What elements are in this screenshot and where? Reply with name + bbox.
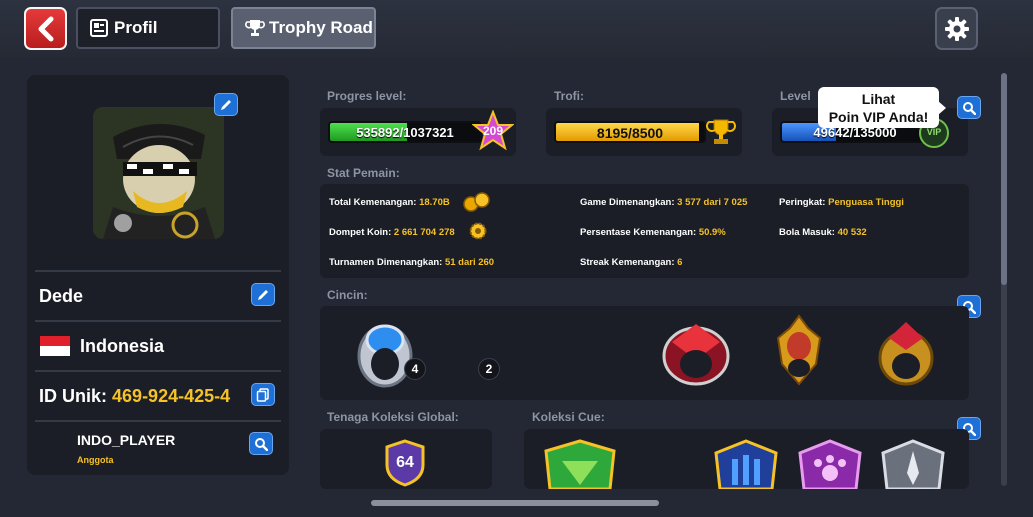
stat-rank: Peringkat: Penguasa Tinggi [779, 197, 904, 208]
pencil-icon [258, 289, 268, 300]
cue-badge-icon[interactable] [540, 439, 620, 489]
profile-card-icon [90, 19, 108, 37]
indonesia-flag-icon [40, 336, 70, 356]
stat-balls-potted-label: Bola Masuk: [779, 227, 835, 238]
rings-card: 4 2 [320, 306, 969, 400]
tab-profil-label: Profil [114, 18, 158, 37]
club-search-button[interactable] [249, 432, 273, 455]
stat-tournaments: Turnamen Dimenangkan: 51 dari 260 [329, 257, 494, 268]
divider [35, 370, 281, 372]
stat-wallet-value: 2 661 704 278 [393, 227, 455, 238]
stat-games-won-label: Game Dimenangkan: [580, 197, 675, 208]
vip-tooltip-line1: Lihat [861, 91, 896, 107]
horizontal-scroll-indicator[interactable] [371, 500, 659, 506]
divider [35, 320, 281, 322]
settings-button[interactable] [935, 7, 978, 50]
level-progress-card: 535892/1037321 209 [320, 108, 516, 156]
stat-tournaments-value: 51 dari 260 [444, 257, 495, 268]
ring-icon[interactable] [658, 316, 734, 388]
stat-total-wins: Total Kemenangan: 18.70B [329, 197, 450, 208]
trophy-progress-text: 8195/8500 [596, 125, 664, 141]
collection-power-card: 64 [320, 429, 492, 489]
player-name: Dede [39, 286, 84, 306]
avatar[interactable] [93, 107, 224, 239]
vertical-scrollbar[interactable] [1001, 73, 1007, 486]
search-icon [255, 437, 268, 451]
rings-label: Cincin: [327, 288, 368, 302]
trophy-icon [245, 20, 265, 36]
vip-badge-text: VIP [926, 127, 942, 137]
ring-icon[interactable] [355, 316, 415, 388]
unique-id-value: 469-924-425-4 [112, 386, 231, 406]
vip-tooltip[interactable]: Lihat Poin VIP Anda! [818, 87, 946, 128]
stat-balls-potted-value: 40 532 [837, 227, 867, 238]
player-stats-label: Stat Pemain: [327, 166, 400, 180]
gear-icon [944, 16, 969, 41]
stat-total-wins-label: Total Kemenangan: [329, 197, 417, 208]
vip-tooltip-line2: Poin VIP Anda! [828, 109, 929, 125]
stat-wallet-label: Dompet Koin: [329, 227, 392, 238]
club-role: Anggota [77, 455, 114, 465]
copy-icon [256, 387, 269, 402]
stat-win-streak: Streak Kemenangan: 6 [580, 257, 682, 268]
stat-wallet: Dompet Koin: 2 661 704 278 [329, 227, 455, 238]
pencil-icon [221, 99, 231, 110]
ring-icon[interactable] [875, 316, 937, 388]
cue-badge-icon[interactable] [879, 439, 947, 489]
stat-win-streak-label: Streak Kemenangan: [580, 257, 675, 268]
country-name: Indonesia [80, 336, 165, 356]
gear-coin-icon [469, 222, 487, 240]
back-arrow-icon [38, 16, 53, 41]
level-progress-label: Progres level: [327, 89, 407, 103]
trophy-card: 8195/8500 [546, 108, 742, 156]
stat-rank-value: Penguasa Tinggi [828, 197, 904, 208]
stat-win-percentage: Persentase Kemenangan: 50.9% [580, 227, 726, 238]
unique-id-label: ID Unik: [39, 386, 108, 406]
level-progress-text: 535892/1037321 [356, 125, 454, 140]
cue-badge-icon[interactable] [796, 439, 864, 489]
coins-icon [463, 192, 490, 212]
stat-total-wins-value: 18.70B [419, 197, 450, 208]
cue-collection-card [524, 429, 969, 489]
stat-tournaments-label: Turnamen Dimenangkan: [329, 257, 443, 268]
cue-collection-label: Koleksi Cue: [532, 410, 605, 424]
stat-win-streak-value: 6 [677, 257, 683, 268]
tab-trophy-road-label: Trophy Road [269, 18, 373, 37]
club-name: INDO_PLAYER [77, 432, 176, 448]
divider [35, 420, 281, 422]
back-button[interactable] [24, 7, 67, 50]
ring-icon[interactable] [770, 312, 828, 388]
divider [35, 270, 281, 272]
vip-level-label: Level [780, 89, 811, 103]
trophy-label: Trofi: [554, 89, 584, 103]
stat-rank-label: Peringkat: [779, 197, 826, 208]
unique-id: ID Unik: 469-924-425-4 [39, 386, 230, 407]
stat-balls-potted: Bola Masuk: 40 532 [779, 227, 867, 238]
trophy-progress-bar: 8195/8500 [554, 121, 706, 143]
player-stats-card: Total Kemenangan: 18.70B Dompet Koin: 2 … [320, 184, 969, 278]
collection-power-label: Tenaga Koleksi Global: [327, 410, 459, 424]
edit-avatar-button[interactable] [214, 93, 238, 116]
collection-power-value: 64 [396, 454, 414, 471]
ring-count: 2 [478, 358, 500, 380]
tab-profil[interactable]: Profil [76, 7, 220, 49]
level-progress-bar: 535892/1037321 [328, 121, 482, 143]
stat-win-percentage-value: 50.9% [698, 227, 726, 238]
edit-name-button[interactable] [251, 283, 275, 306]
profile-panel: Dede Indonesia ID Unik: 469-924-425-4 IN… [27, 75, 289, 475]
stat-games-won: Game Dimenangkan: 3 577 dari 7 025 [580, 197, 747, 208]
vertical-scrollbar-thumb[interactable] [1001, 73, 1007, 285]
tab-trophy-road[interactable]: Trophy Road [231, 7, 376, 49]
ring-count: 4 [404, 358, 426, 380]
stat-win-percentage-label: Persentase Kemenangan: [580, 227, 697, 238]
copy-id-button[interactable] [251, 383, 275, 406]
top-bar: Profil Trophy Road [0, 0, 1033, 57]
level-badge: 209 [482, 124, 504, 138]
skeleton-avatar-image [93, 107, 224, 239]
cue-badge-icon[interactable] [712, 439, 780, 489]
stat-games-won-value: 3 577 dari 7 025 [677, 197, 748, 208]
vip-search-button[interactable] [957, 96, 981, 119]
trophy-icon [706, 119, 736, 144]
search-icon [963, 101, 976, 115]
